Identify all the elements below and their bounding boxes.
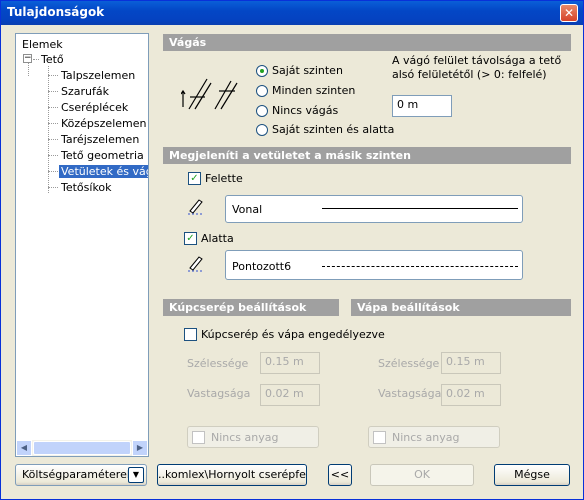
section-valley-header: Vápa beállítások — [351, 299, 571, 316]
above-line-type-selector[interactable]: Vonal — [225, 195, 523, 223]
tree-root-elemek[interactable]: Elemek — [22, 38, 63, 51]
cut-option-all-levels[interactable]: Minden szinten — [256, 84, 355, 97]
valley-thickness-label: Vastagsága — [378, 387, 442, 400]
category-tree[interactable]: Elemek − Tető Talpszelemen Szarufák Cser… — [15, 33, 149, 457]
checkbox-disabled-icon[interactable] — [192, 430, 205, 444]
section-cut-header: Vágás — [163, 34, 571, 51]
checkbox-checked-icon[interactable]: ✓ — [188, 172, 201, 185]
tree-item-tarejszelemen[interactable]: Taréjszelemen — [61, 133, 139, 146]
back-button[interactable]: << — [328, 464, 352, 486]
enable-ridge-valley-checkbox[interactable]: Kúpcserép és vápa engedélyezve — [184, 328, 385, 341]
cut-option-own-and-below[interactable]: Saját szinten és alatta — [256, 123, 394, 136]
valley-width-input[interactable]: 0.15 m — [441, 352, 501, 374]
above-line-type-label: Vonal — [232, 203, 263, 216]
tree-node-teto[interactable]: Tető — [41, 53, 64, 66]
tree-collapse-icon[interactable]: − — [23, 54, 32, 63]
close-button[interactable]: ✕ — [560, 4, 578, 22]
radio-icon[interactable] — [256, 104, 268, 117]
dotted-line-preview — [322, 266, 518, 267]
section-projection-header: Megjeleníti a vetületet a másik szinten — [163, 147, 571, 164]
section-ridge-header: Kúpcserép beállítások — [163, 299, 339, 316]
cut-illustration-icon — [181, 78, 238, 110]
ridge-material-button[interactable]: Nincs anyag — [187, 426, 319, 448]
checkbox-checked-icon[interactable]: ✓ — [184, 232, 197, 245]
tree-item-szarufak[interactable]: Szarufák — [61, 85, 109, 98]
tree-horizontal-scrollbar[interactable]: ◀ ▶ — [16, 440, 148, 456]
pen-icon[interactable] — [187, 197, 205, 215]
checkbox-unchecked-icon[interactable] — [184, 328, 197, 341]
dropdown-arrow-icon[interactable]: ▼ — [128, 467, 144, 483]
cut-distance-label: A vágó felület távolsága a tető alsó fel… — [392, 54, 562, 81]
cancel-button[interactable]: Mégse — [494, 464, 570, 486]
window-title: Tulajdonságok — [7, 5, 105, 19]
valley-thickness-input[interactable]: 0.02 m — [441, 384, 501, 406]
ridge-width-label: Szélessége — [187, 357, 249, 370]
checkbox-disabled-icon[interactable] — [373, 430, 386, 444]
tree-item-kozepszelemen[interactable]: Középszelemen — [61, 117, 146, 130]
tree-item-cserelecek[interactable]: Cseréplécek — [61, 101, 128, 114]
tree-item-teto-geometria[interactable]: Tető geometria — [61, 149, 144, 162]
scroll-thumb[interactable] — [33, 441, 131, 455]
ridge-thickness-label: Vastagsága — [187, 387, 251, 400]
tree-item-vetuletek-selected[interactable]: Vetületek és vágás — [59, 165, 148, 178]
cut-distance-input[interactable]: 0 m — [392, 95, 452, 117]
valley-width-label: Szélessége — [378, 357, 440, 370]
cut-option-no-cut[interactable]: Nincs vágás — [256, 104, 338, 117]
solid-line-preview — [322, 208, 518, 209]
below-line-type-selector[interactable]: Pontozott6 — [225, 250, 523, 280]
scroll-left-icon[interactable]: ◀ — [16, 440, 32, 456]
valley-material-button[interactable]: Nincs anyag — [368, 426, 500, 448]
cut-option-own-level[interactable]: Saját szinten — [256, 64, 343, 77]
library-path-button[interactable]: ..komlex\Hornyolt cserépfedés — [157, 464, 307, 486]
properties-window: Tulajdonságok ✕ Elemek − Tető Talpszelem… — [0, 0, 584, 500]
radio-icon[interactable] — [256, 64, 268, 77]
tree-item-talpszelemen[interactable]: Talpszelemen — [61, 69, 135, 82]
radio-icon[interactable] — [256, 123, 268, 136]
projection-below-checkbox[interactable]: ✓ Alatta — [184, 232, 234, 245]
radio-icon[interactable] — [256, 84, 268, 97]
ridge-thickness-input[interactable]: 0.02 m — [260, 384, 320, 406]
ridge-width-input[interactable]: 0.15 m — [260, 352, 320, 374]
tree-item-tetosikok[interactable]: Tetősíkok — [61, 181, 112, 194]
ok-button[interactable]: OK — [370, 464, 474, 486]
projection-above-checkbox[interactable]: ✓ Felette — [188, 172, 243, 185]
pen-icon[interactable] — [187, 254, 205, 272]
scroll-right-icon[interactable]: ▶ — [132, 440, 148, 456]
below-line-type-label: Pontozott6 — [232, 260, 292, 273]
title-bar[interactable]: Tulajdonságok ✕ — [1, 1, 583, 25]
